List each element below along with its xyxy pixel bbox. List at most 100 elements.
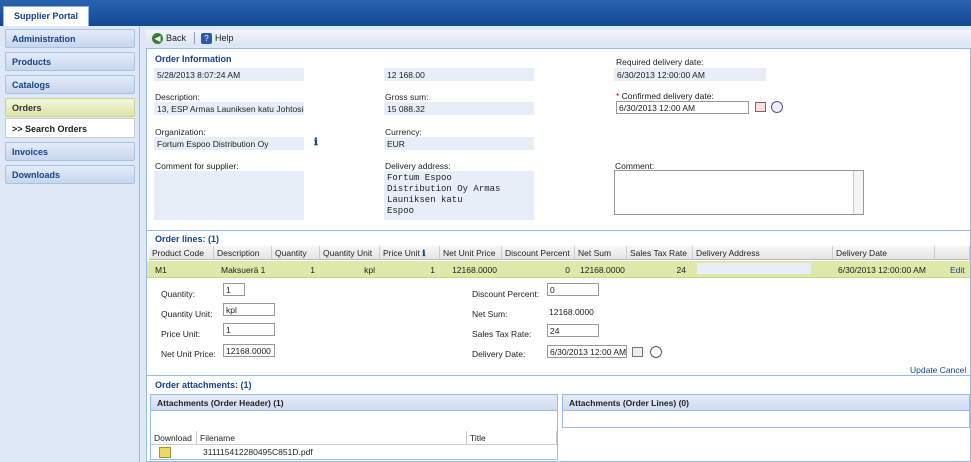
delivery-address-label: Delivery address: xyxy=(385,161,451,171)
quantity-input[interactable]: 1 xyxy=(223,283,245,296)
col-quantity[interactable]: Quantity xyxy=(272,246,320,260)
toolbar: ◀ Back ? Help xyxy=(146,30,971,46)
cancel-link[interactable]: Cancel xyxy=(940,365,966,375)
sidebar-item-catalogs[interactable]: Catalogs xyxy=(5,75,135,94)
col-price-unit[interactable]: Price Unit ℹ xyxy=(380,246,440,260)
info-icon[interactable]: ℹ xyxy=(314,137,318,148)
attachments-divider xyxy=(147,375,971,376)
attachments-title: Order attachments: (1) xyxy=(155,380,252,390)
col-title[interactable]: Title xyxy=(467,431,557,445)
col-delivery-date[interactable]: Delivery Date xyxy=(833,246,935,260)
quantity-label: Quantity: xyxy=(161,289,196,299)
top-bar: Supplier Portal xyxy=(0,0,971,26)
gross-sum-value: 15 088.32 xyxy=(384,102,534,115)
attachment-filename[interactable]: 311115412280495C851D.pdf xyxy=(203,447,313,457)
clock-icon[interactable] xyxy=(771,101,783,113)
tab-supplier-portal[interactable]: Supplier Portal xyxy=(3,6,90,26)
cell-delivery-address xyxy=(697,263,811,274)
net-sum-value: 12168.0000 xyxy=(549,307,594,317)
order-amount-value: 12 168.00 xyxy=(384,68,534,81)
col-description[interactable]: Description xyxy=(214,246,272,260)
main-panel: Order Information 5/28/2013 8:07:24 AM 1… xyxy=(146,48,971,462)
currency-label: Currency: xyxy=(385,127,422,137)
col-net-sum[interactable]: Net Sum xyxy=(575,246,627,260)
sidebar-item-products[interactable]: Products xyxy=(5,52,135,71)
sidebar-item-administration[interactable]: Administration xyxy=(5,29,135,48)
net-sum-label: Net Sum: xyxy=(472,309,508,319)
quantity-unit-input[interactable]: kpl xyxy=(223,303,275,316)
organization-label: Organization: xyxy=(155,127,206,137)
confirmed-delivery-label: * Confirmed delivery date: xyxy=(616,91,714,101)
confirmed-delivery-input[interactable]: 6/30/2013 12:00 AM xyxy=(616,101,749,114)
sidebar-item-orders[interactable]: Orders xyxy=(5,98,135,117)
back-icon: ◀ xyxy=(152,32,163,44)
cell-product-code: M1 xyxy=(155,265,167,275)
comment-textarea[interactable] xyxy=(614,170,864,215)
help-label: Help xyxy=(215,33,234,43)
cell-discount-percent: 0 xyxy=(565,265,570,275)
update-link[interactable]: Update xyxy=(910,365,937,375)
cell-quantity-unit: kpl xyxy=(364,265,375,275)
sidebar-item-downloads[interactable]: Downloads xyxy=(5,165,135,184)
organization-value: Fortum Espoo Distribution Oy xyxy=(154,137,304,150)
price-unit-info-icon: ℹ xyxy=(422,248,426,258)
order-lines-title: Order lines: (1) xyxy=(155,234,220,244)
net-unit-price-label: Net Unit Price: xyxy=(161,349,216,359)
col-product-code[interactable]: Product Code xyxy=(149,246,214,260)
edit-link[interactable]: Edit xyxy=(947,261,968,278)
col-net-unit-price[interactable]: Net Unit Price xyxy=(440,246,502,260)
line-actions: Update Cancel xyxy=(910,365,966,375)
cell-description: Maksuerä 1 xyxy=(221,265,266,275)
order-date-value: 5/28/2013 8:07:24 AM xyxy=(154,68,304,81)
price-unit-input[interactable]: 1 xyxy=(223,323,275,336)
comment-scrollbar[interactable] xyxy=(853,171,863,214)
col-download[interactable]: Download xyxy=(151,431,197,445)
cell-price-unit: 1 xyxy=(430,265,435,275)
description-label: Description: xyxy=(155,92,200,102)
order-info-title: Order Information xyxy=(155,54,232,64)
download-icon[interactable] xyxy=(159,447,171,458)
col-sales-tax-rate[interactable]: Sales Tax Rate xyxy=(627,246,693,260)
col-filename[interactable]: Filename xyxy=(197,431,467,445)
calendar-icon[interactable] xyxy=(755,102,766,112)
col-delivery-address[interactable]: Delivery Address xyxy=(693,246,833,260)
cell-sales-tax-rate: 24 xyxy=(676,265,686,275)
cell-quantity: 1 xyxy=(310,265,315,275)
col-discount-percent[interactable]: Discount Percent xyxy=(502,246,575,260)
comment-supplier-label: Comment for supplier: xyxy=(155,161,239,171)
discount-label: Discount Percent: xyxy=(472,289,540,299)
required-delivery-value: 6/30/2013 12:00:00 AM xyxy=(614,68,766,81)
clock-icon[interactable] xyxy=(650,346,662,358)
order-lines-divider xyxy=(147,230,971,231)
col-quantity-unit[interactable]: Quantity Unit xyxy=(320,246,380,260)
quantity-unit-label: Quantity Unit: xyxy=(161,309,213,319)
col-actions xyxy=(935,246,970,260)
calendar-icon[interactable] xyxy=(632,347,643,357)
net-unit-price-input[interactable]: 12168.0000 xyxy=(223,344,275,357)
attachments-header-panel: Attachments (Order Header) (1) Download … xyxy=(150,394,558,460)
cell-delivery-date: 6/30/2013 12:00:00 AM xyxy=(838,265,926,275)
toolbar-divider xyxy=(194,32,195,44)
sidebar-item-invoices[interactable]: Invoices xyxy=(5,142,135,161)
delivery-date-label: Delivery Date: xyxy=(472,349,526,359)
price-unit-label: Price Unit: xyxy=(161,329,201,339)
cell-net-sum: 12168.0000 xyxy=(580,265,625,275)
attachments-lines-title: Attachments (Order Lines) (0) xyxy=(563,395,969,411)
help-button[interactable]: ? Help xyxy=(201,31,234,45)
attachments-header-title: Attachments (Order Header) (1) xyxy=(151,395,557,411)
cell-net-unit-price: 12168.0000 xyxy=(452,265,497,275)
attachments-lines-panel: Attachments (Order Lines) (0) xyxy=(562,394,970,428)
sidebar-item-search-orders[interactable]: >> Search Orders xyxy=(5,118,135,138)
sales-tax-input[interactable]: 24 xyxy=(547,324,599,337)
discount-input[interactable]: 0 xyxy=(547,283,599,296)
sales-tax-label: Sales Tax Rate: xyxy=(472,329,532,339)
description-value: 13, ESP Armas Launiksen katu Johtosiirro xyxy=(154,102,304,115)
comment-supplier-value xyxy=(154,171,304,220)
delivery-date-input[interactable]: 6/30/2013 12:00 AM xyxy=(547,345,627,358)
help-icon: ? xyxy=(201,32,212,44)
required-delivery-label: Required delivery date: xyxy=(616,59,704,67)
back-label: Back xyxy=(166,33,187,43)
gross-sum-label: Gross sum: xyxy=(385,92,429,102)
back-button[interactable]: ◀ Back xyxy=(152,31,186,45)
order-lines-grid: Product Code Description Quantity Quanti… xyxy=(147,246,971,282)
